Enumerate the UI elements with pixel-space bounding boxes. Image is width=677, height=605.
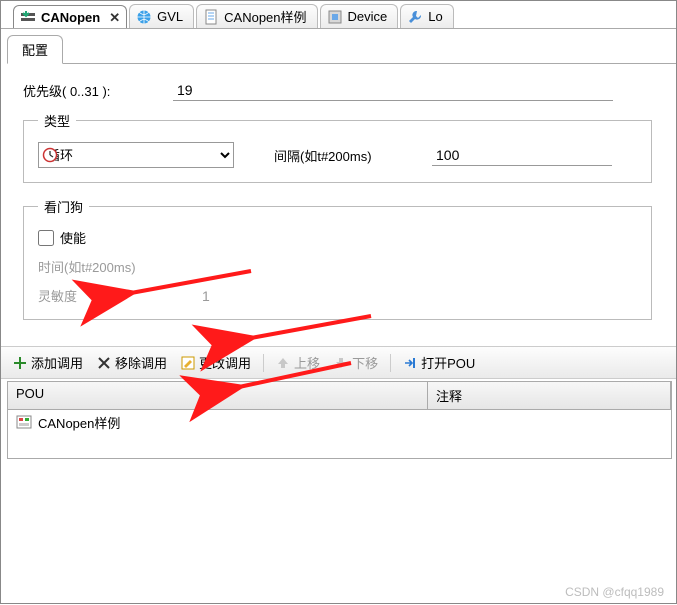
priority-input[interactable] xyxy=(173,80,613,101)
device-icon xyxy=(327,9,343,25)
sensitivity-label: 灵敏度 xyxy=(38,286,200,305)
col-pou[interactable]: POU xyxy=(8,382,428,409)
globe-icon xyxy=(136,9,152,25)
watchdog-legend: 看门狗 xyxy=(38,197,89,216)
grid-header: POU 注释 xyxy=(8,382,671,410)
separator xyxy=(390,354,391,372)
tab-device[interactable]: Device xyxy=(320,4,399,28)
arrow-down-icon xyxy=(334,356,348,370)
interval-label: 间隔(如t#200ms) xyxy=(274,146,414,165)
change-call-button[interactable]: 更改调用 xyxy=(175,351,257,374)
time-input xyxy=(200,258,400,276)
time-label: 时间(如t#200ms) xyxy=(38,257,200,276)
editor-tab-bar: CANopen ✕ GVL CANopen样例 Device Lo xyxy=(1,1,676,29)
pou-toolbar: 添加调用 移除调用 更改调用 上移 下移 打开POU xyxy=(1,346,676,379)
tab-extra[interactable]: Lo xyxy=(400,4,453,28)
col-comment[interactable]: 注释 xyxy=(428,382,671,409)
open-icon xyxy=(403,356,417,370)
subtab-bar: 配置 xyxy=(1,29,676,64)
doc-icon xyxy=(203,9,219,25)
sensitivity-input xyxy=(200,287,260,305)
tab-canopen-sample[interactable]: CANopen样例 xyxy=(196,4,317,28)
tab-label: Lo xyxy=(428,9,442,24)
wrench-icon xyxy=(407,9,423,25)
priority-label: 优先级( 0..31 ): xyxy=(23,81,173,100)
subtab-config[interactable]: 配置 xyxy=(7,35,63,64)
tab-gvl[interactable]: GVL xyxy=(129,4,194,28)
pou-grid: POU 注释 CANopen样例 xyxy=(7,381,672,459)
tab-label: Device xyxy=(348,9,388,24)
watermark: CSDN @cfqq1989 xyxy=(565,585,664,599)
tab-label: CANopen样例 xyxy=(224,7,306,26)
pou-icon xyxy=(16,414,32,430)
move-down-button: 下移 xyxy=(328,351,384,374)
config-form: 优先级( 0..31 ): 类型 循环 间隔(如t#200ms) 看门狗 使能 … xyxy=(1,64,676,338)
watchdog-group: 看门狗 使能 时间(如t#200ms) 灵敏度 xyxy=(23,197,652,320)
move-up-button: 上移 xyxy=(270,351,326,374)
remove-call-button[interactable]: 移除调用 xyxy=(91,351,173,374)
cell-comment xyxy=(428,420,671,424)
plus-icon xyxy=(13,356,27,370)
subtab-label: 配置 xyxy=(22,43,48,58)
interval-input[interactable] xyxy=(432,145,612,166)
table-row[interactable]: CANopen样例 xyxy=(8,410,671,434)
table-row[interactable] xyxy=(8,434,671,458)
type-group: 类型 循环 间隔(如t#200ms) xyxy=(23,111,652,183)
close-icon[interactable]: ✕ xyxy=(109,10,120,26)
separator xyxy=(263,354,264,372)
x-icon xyxy=(97,356,111,370)
tab-canopen[interactable]: CANopen ✕ xyxy=(13,5,127,29)
clock-icon xyxy=(42,147,58,163)
cell-pou: CANopen样例 xyxy=(38,413,120,432)
enable-checkbox[interactable] xyxy=(38,230,54,246)
tab-label: CANopen xyxy=(41,10,100,25)
arrow-up-icon xyxy=(276,356,290,370)
enable-label: 使能 xyxy=(60,228,86,247)
edit-icon xyxy=(181,356,195,370)
type-select[interactable]: 循环 xyxy=(38,142,234,168)
type-legend: 类型 xyxy=(38,111,76,130)
add-call-button[interactable]: 添加调用 xyxy=(7,351,89,374)
task-icon xyxy=(20,10,36,26)
tab-label: GVL xyxy=(157,9,183,24)
open-pou-button[interactable]: 打开POU xyxy=(397,351,481,374)
